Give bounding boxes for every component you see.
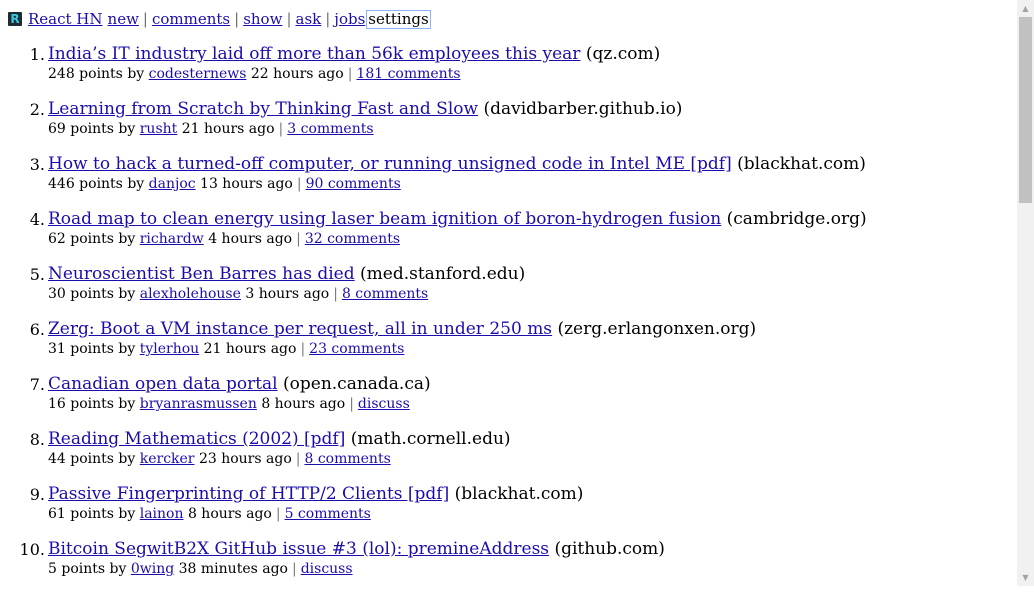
story-age: 13 hours ago xyxy=(200,176,293,192)
story-rank: 4. xyxy=(29,210,45,229)
story-age: 21 hours ago xyxy=(181,121,275,137)
story-domain: (blackhat.com) xyxy=(454,484,584,504)
story-domain: (blackhat.com) xyxy=(737,154,866,174)
scroll-down-arrow-icon[interactable]: ▼ xyxy=(1017,569,1034,586)
react-hn-logo-icon[interactable]: R xyxy=(8,12,22,26)
story-comments-link[interactable]: 8 comments xyxy=(342,286,428,302)
story-domain: (med.stanford.edu) xyxy=(360,264,526,284)
story-rank: 7. xyxy=(29,375,45,394)
story-rank: 5. xyxy=(29,265,45,284)
story-age: 8 hours ago xyxy=(261,396,346,412)
story-user-link[interactable]: 0wing xyxy=(131,561,174,577)
story-comments-link[interactable]: 5 comments xyxy=(285,506,371,522)
meta-separator: | xyxy=(295,451,301,467)
story-discuss-link[interactable]: discuss xyxy=(358,396,410,412)
meta-separator: | xyxy=(333,286,338,302)
nav-show-link[interactable]: show xyxy=(243,10,282,28)
story-age: 22 hours ago xyxy=(250,66,344,82)
story-points: 30 points by xyxy=(48,286,136,302)
story-points: 62 points by xyxy=(48,231,136,247)
story-title-link[interactable]: How to hack a turned-off computer, or ru… xyxy=(48,154,732,174)
story-title-link[interactable]: Passive Fingerprinting of HTTP/2 Clients… xyxy=(48,484,449,504)
nav-separator: | xyxy=(325,10,331,28)
meta-separator: | xyxy=(349,396,354,412)
nav-comments-link[interactable]: comments xyxy=(152,10,230,28)
story-user-link[interactable]: tylerhou xyxy=(140,341,199,357)
story-user-link[interactable]: lainon xyxy=(140,506,184,522)
story-user-link[interactable]: rusht xyxy=(140,121,178,137)
story-title-link[interactable]: Neuroscientist Ben Barres has died xyxy=(48,264,355,284)
story-comments-link[interactable]: 32 comments xyxy=(305,231,400,247)
story-age: 3 hours ago xyxy=(245,286,330,302)
story-domain: (qz.com) xyxy=(585,44,661,64)
nav-new-link[interactable]: new xyxy=(108,10,139,28)
story-user-link[interactable]: alexholehouse xyxy=(140,286,241,302)
meta-separator: | xyxy=(278,121,284,137)
nav-separator: | xyxy=(286,10,292,28)
story-title-link[interactable]: Bitcoin SegwitB2X GitHub issue #3 (lol):… xyxy=(48,539,549,559)
story-rank: 6. xyxy=(29,320,45,339)
story-discuss-link[interactable]: discuss xyxy=(301,561,353,577)
story-title-link[interactable]: Canadian open data portal xyxy=(48,374,278,394)
nav-jobs-link[interactable]: jobs xyxy=(334,10,365,28)
story-points: 5 points by xyxy=(48,561,127,577)
nav-ask-link[interactable]: ask xyxy=(296,10,322,28)
story-age: 8 hours ago xyxy=(187,506,272,522)
story-user-link[interactable]: kercker xyxy=(140,451,195,467)
story-domain: (math.cornell.edu) xyxy=(350,429,511,449)
story-domain: (github.com) xyxy=(554,539,665,559)
story-age: 23 hours ago xyxy=(198,451,292,467)
story-title-link[interactable]: Road map to clean energy using laser bea… xyxy=(48,209,721,229)
meta-separator: | xyxy=(291,561,297,577)
story-rank: 10. xyxy=(19,540,45,559)
meta-separator: | xyxy=(296,231,301,247)
story-comments-link[interactable]: 90 comments xyxy=(306,176,401,192)
nav-separator: | xyxy=(234,10,240,28)
story-title-link[interactable]: Reading Mathematics (2002) [pdf] xyxy=(48,429,345,449)
top-nav: R React HN new | comments | show | ask |… xyxy=(8,8,431,30)
story-domain: (davidbarber.github.io) xyxy=(483,99,683,119)
story-comments-link[interactable]: 3 comments xyxy=(287,121,373,137)
story-user-link[interactable]: bryanrasmussen xyxy=(140,396,257,412)
story-rank: 2. xyxy=(29,100,45,119)
story-points: 44 points by xyxy=(48,451,136,467)
story-domain: (open.canada.ca) xyxy=(283,374,431,394)
story-title-link[interactable]: Zerg: Boot a VM instance per request, al… xyxy=(48,319,552,339)
vertical-scrollbar[interactable]: ▲ ▼ xyxy=(1017,0,1034,586)
story-points: 248 points by xyxy=(48,66,145,82)
brand-link[interactable]: React HN xyxy=(28,10,103,28)
meta-separator: | xyxy=(300,341,306,357)
story-rank: 3. xyxy=(29,155,45,174)
story-age: 21 hours ago xyxy=(203,341,297,357)
story-age: 38 minutes ago xyxy=(178,561,288,577)
story-user-link[interactable]: codesternews xyxy=(149,66,247,82)
story-points: 69 points by xyxy=(48,121,136,137)
scrollbar-thumb[interactable] xyxy=(1019,17,1032,203)
meta-separator: | xyxy=(275,506,281,522)
story-domain: (cambridge.org) xyxy=(726,209,867,229)
meta-separator: | xyxy=(347,66,353,82)
story-rank: 1. xyxy=(29,45,45,64)
story-rank: 9. xyxy=(29,485,45,504)
story-domain: (zerg.erlangonxen.org) xyxy=(557,319,757,339)
story-comments-link[interactable]: 181 comments xyxy=(356,66,460,82)
meta-separator: | xyxy=(296,176,302,192)
story-age: 4 hours ago xyxy=(208,231,293,247)
story-comments-link[interactable]: 23 comments xyxy=(309,341,404,357)
story-title-link[interactable]: Learning from Scratch by Thinking Fast a… xyxy=(48,99,478,119)
scroll-up-arrow-icon[interactable]: ▲ xyxy=(1017,0,1034,17)
story-user-link[interactable]: danjoc xyxy=(149,176,196,192)
story-comments-link[interactable]: 8 comments xyxy=(304,451,390,467)
story-rank: 8. xyxy=(29,430,45,449)
story-points: 446 points by xyxy=(48,176,145,192)
settings-button[interactable]: settings xyxy=(366,9,431,29)
story-user-link[interactable]: richardw xyxy=(140,231,204,247)
nav-separator: | xyxy=(142,10,148,28)
story-points: 16 points by xyxy=(48,396,136,412)
story-title-link[interactable]: India’s IT industry laid off more than 5… xyxy=(48,44,580,64)
story-points: 31 points by xyxy=(48,341,136,357)
story-points: 61 points by xyxy=(48,506,136,522)
